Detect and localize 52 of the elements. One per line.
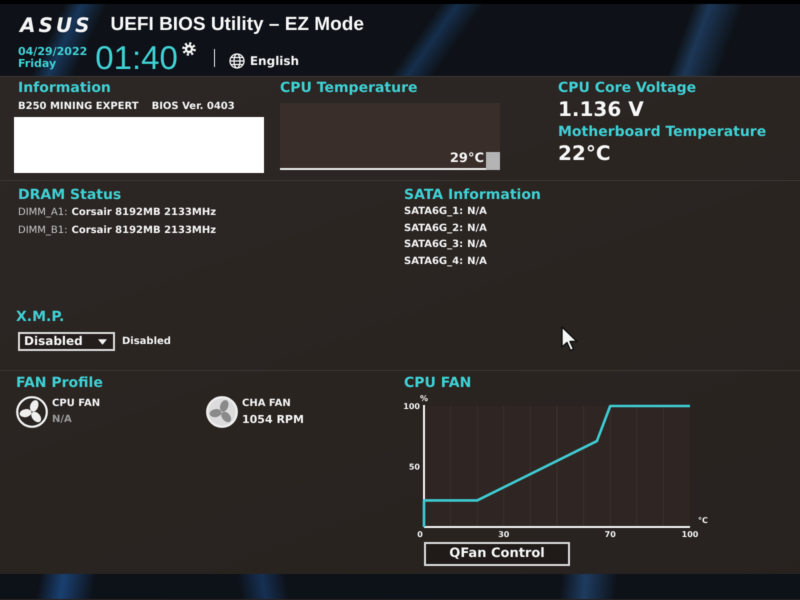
port-value: N/A <box>467 222 487 236</box>
axis-tick-label: 70 <box>604 530 616 539</box>
fan-name: CHA FAN <box>242 397 292 411</box>
marker-icon <box>486 152 500 170</box>
section-title: CPU FAN <box>404 375 472 392</box>
date-text: 04/29/2022 <box>18 46 88 58</box>
section-title: CPU Core Voltage <box>558 80 698 97</box>
slot-label: DIMM_B1: <box>18 224 68 238</box>
port-value: N/A <box>467 238 487 252</box>
port-label: SATA6G_1: <box>404 205 464 219</box>
clock-time: 01:40 <box>95 43 178 73</box>
weekday-text: Friday <box>18 58 58 70</box>
qfan-control-button[interactable]: QFan Control <box>424 542 570 566</box>
axis-tick-label: 0 <box>417 530 423 539</box>
port-label: SATA6G_3: <box>404 238 464 252</box>
fan-name: CPU FAN <box>52 397 100 411</box>
section-title: Motherboard Temperature <box>558 124 768 141</box>
axis-unit-label: % <box>420 394 428 403</box>
window-title: UEFI BIOS Utility – EZ Mode <box>110 13 364 37</box>
section-title: FAN Profile <box>16 375 104 392</box>
port-value: N/A <box>467 205 487 219</box>
settings-icon[interactable] <box>182 42 196 56</box>
section-title: SATA Information <box>404 187 541 204</box>
section-title: DRAM Status <box>18 187 122 204</box>
fan-speed: 1054 RPM <box>242 412 304 428</box>
slot-value: Corsair 8192MB 2133MHz <box>72 224 216 238</box>
globe-icon[interactable] <box>228 53 245 69</box>
voltage-value: 1.136 V <box>558 97 645 121</box>
section-title: X.M.P. <box>16 309 66 326</box>
cpu-temperature-value: 29°C <box>450 151 485 167</box>
port-label: SATA6G_4: <box>404 255 464 270</box>
xmp-status: Disabled <box>122 336 171 347</box>
section-title: Information <box>18 80 112 97</box>
mouse-pointer-icon <box>561 326 579 352</box>
board-model: B250 MINING EXPERT <box>18 100 139 113</box>
caret-icon <box>98 338 107 344</box>
section-title: CPU Temperature <box>280 80 418 97</box>
slot-label: DIMM_A1: <box>18 206 68 220</box>
axis-tick-label: 100 <box>404 402 420 411</box>
port-label: SATA6G_2: <box>404 222 464 236</box>
axis-tick-label: 30 <box>498 530 510 539</box>
port-value: N/A <box>467 255 487 270</box>
fan-speed: N/A <box>52 413 73 427</box>
axis-unit-label: °C <box>698 516 708 525</box>
motherboard-temperature-value: 22°C <box>558 141 612 165</box>
axis-tick-label: 50 <box>408 462 420 472</box>
xmp-dropdown[interactable]: Disabled <box>18 332 115 351</box>
language-selector[interactable]: English <box>250 54 300 68</box>
slot-value: Corsair 8192MB 2133MHz <box>71 206 216 220</box>
axis-tick-label: 100 <box>682 530 698 539</box>
bios-version: BIOS Ver. 0403 <box>152 100 235 113</box>
logo: ASUS <box>20 13 93 37</box>
